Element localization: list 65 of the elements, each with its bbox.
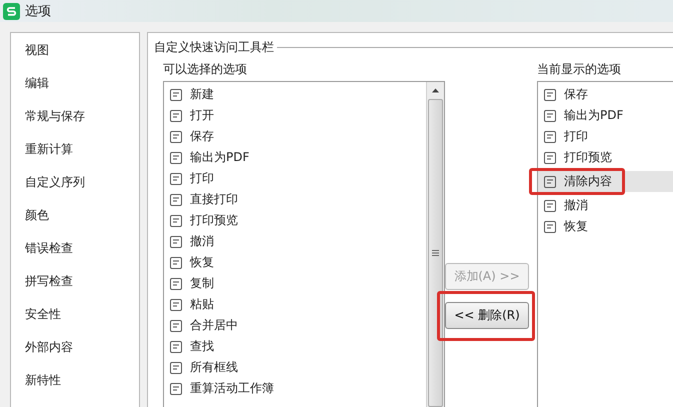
list-item[interactable]: 打印 xyxy=(164,168,426,189)
list-item[interactable]: 输出为PDF xyxy=(538,105,673,126)
command-icon xyxy=(169,130,183,144)
command-icon xyxy=(169,382,183,396)
command-icon xyxy=(543,220,557,234)
list-item[interactable]: 恢复 xyxy=(538,216,673,237)
command-icon xyxy=(543,150,557,164)
list-item[interactable]: 复制 xyxy=(164,273,426,294)
list-item[interactable]: 保存 xyxy=(164,126,426,147)
command-icon xyxy=(169,360,183,374)
sidebar-item[interactable]: 安全性 xyxy=(11,304,139,337)
list-item[interactable]: 所有框线 xyxy=(164,357,426,378)
list-label: 可以选择的选项 xyxy=(163,62,248,78)
grip-icon xyxy=(432,249,439,257)
list-item[interactable]: 保存 xyxy=(538,84,673,105)
command-icon xyxy=(169,234,183,248)
list-item[interactable]: 撤消 xyxy=(164,231,426,252)
list-item[interactable]: 打印 xyxy=(538,126,673,147)
sidebar-item[interactable]: 拼写检查 xyxy=(11,271,139,304)
scroll-up-icon[interactable] xyxy=(431,86,440,95)
command-icon xyxy=(169,150,183,164)
command-icon xyxy=(169,318,183,332)
sidebar-item[interactable]: 新特性 xyxy=(11,370,139,403)
command-icon xyxy=(169,108,183,122)
list-item[interactable]: 打印预览 xyxy=(538,147,673,168)
command-icon xyxy=(169,256,183,270)
list-item[interactable]: 粘贴 xyxy=(164,294,426,315)
list-item[interactable]: 输出为PDF xyxy=(164,147,426,168)
list-item[interactable]: 清除内容 xyxy=(538,171,673,192)
sidebar-item[interactable]: 外部内容 xyxy=(11,337,139,370)
command-icon xyxy=(169,276,183,290)
window-title: 选项 xyxy=(25,3,51,20)
list-item[interactable]: 撤消 xyxy=(538,195,673,216)
list-item[interactable]: 新建 xyxy=(164,84,426,105)
app-logo-icon xyxy=(3,2,20,20)
command-icon xyxy=(543,130,557,144)
list-label: 当前显示的选项 xyxy=(537,62,622,78)
command-icon xyxy=(543,88,557,102)
command-icon xyxy=(169,214,183,228)
command-icon xyxy=(543,174,557,188)
command-icon xyxy=(543,198,557,212)
list-item[interactable]: 查找 xyxy=(164,336,426,357)
command-icon xyxy=(169,340,183,354)
scrollbar[interactable] xyxy=(426,82,444,407)
command-icon xyxy=(169,172,183,186)
list-item[interactable]: 直接打印 xyxy=(164,189,426,210)
sidebar-item[interactable]: 编辑 xyxy=(11,73,139,106)
command-icon xyxy=(169,192,183,206)
sidebar-item[interactable]: 错误检查 xyxy=(11,238,139,271)
command-button[interactable]: << 删除(R) xyxy=(445,302,529,329)
sidebar-item[interactable]: 视图 xyxy=(11,40,139,73)
sidebar-item[interactable]: 自定义序列 xyxy=(11,172,139,205)
list-item[interactable]: 恢复 xyxy=(164,252,426,273)
list-item[interactable]: 打开 xyxy=(164,105,426,126)
list-item[interactable]: 合并居中 xyxy=(164,315,426,336)
sidebar-item[interactable]: 常规与保存 xyxy=(11,106,139,139)
command-icon xyxy=(543,108,557,122)
sidebar-item[interactable]: 颜色 xyxy=(11,205,139,238)
sidebar-item[interactable]: 重新计算 xyxy=(11,139,139,172)
list-item[interactable]: 打印预览 xyxy=(164,210,426,231)
command-icon xyxy=(169,298,183,312)
group-title: 自定义快速访问工具栏 xyxy=(154,39,274,56)
command-icon xyxy=(169,88,183,102)
list-item[interactable]: 重算活动工作簿 xyxy=(164,378,426,399)
scrollbar-thumb[interactable] xyxy=(428,99,443,407)
